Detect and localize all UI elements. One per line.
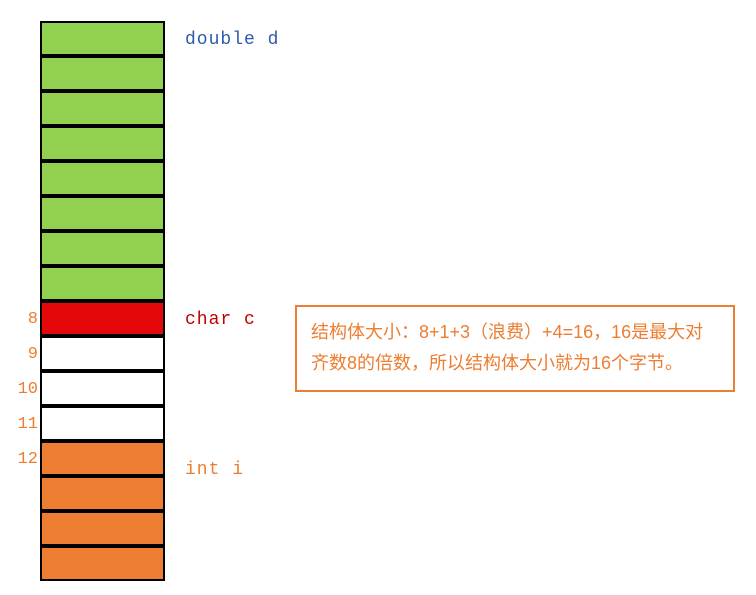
byte-cell-char [40, 301, 165, 336]
byte-cell-double [40, 21, 165, 56]
byte-cell-double [40, 196, 165, 231]
field-label-char: char c [185, 310, 256, 330]
memory-layout-diagram: double d 8 char c 9 10 11 12 int i [40, 22, 165, 582]
byte-cell-double [40, 91, 165, 126]
field-label-int: int i [185, 460, 244, 480]
byte-cell-int [40, 511, 165, 546]
byte-row [40, 127, 165, 162]
byte-row [40, 232, 165, 267]
byte-row [40, 162, 165, 197]
byte-row: 9 [40, 337, 165, 372]
byte-index: 12 [8, 450, 38, 469]
byte-cell-double [40, 126, 165, 161]
byte-index: 8 [8, 310, 38, 329]
byte-row [40, 57, 165, 92]
byte-row [40, 92, 165, 127]
field-label-double: double d [185, 30, 279, 50]
byte-cell-padding [40, 406, 165, 441]
byte-index: 10 [8, 380, 38, 399]
byte-cell-padding [40, 336, 165, 371]
byte-cell-padding [40, 371, 165, 406]
byte-cell-double [40, 56, 165, 91]
byte-index: 11 [8, 415, 38, 434]
byte-cell-double [40, 266, 165, 301]
byte-row [40, 267, 165, 302]
byte-row: 8 char c [40, 302, 165, 337]
explanation-note: 结构体大小：8+1+3（浪费）+4=16，16是最大对齐数8的倍数，所以结构体大… [295, 305, 735, 392]
byte-row: double d [40, 22, 165, 57]
byte-row [40, 547, 165, 582]
byte-cell-int [40, 476, 165, 511]
byte-row: 10 [40, 372, 165, 407]
byte-index: 9 [8, 345, 38, 364]
byte-cell-int [40, 441, 165, 476]
byte-row [40, 512, 165, 547]
byte-cell-double [40, 231, 165, 266]
byte-cell-double [40, 161, 165, 196]
byte-row [40, 197, 165, 232]
byte-row [40, 477, 165, 512]
byte-row: 11 [40, 407, 165, 442]
byte-cell-int [40, 546, 165, 581]
byte-row: 12 int i [40, 442, 165, 477]
